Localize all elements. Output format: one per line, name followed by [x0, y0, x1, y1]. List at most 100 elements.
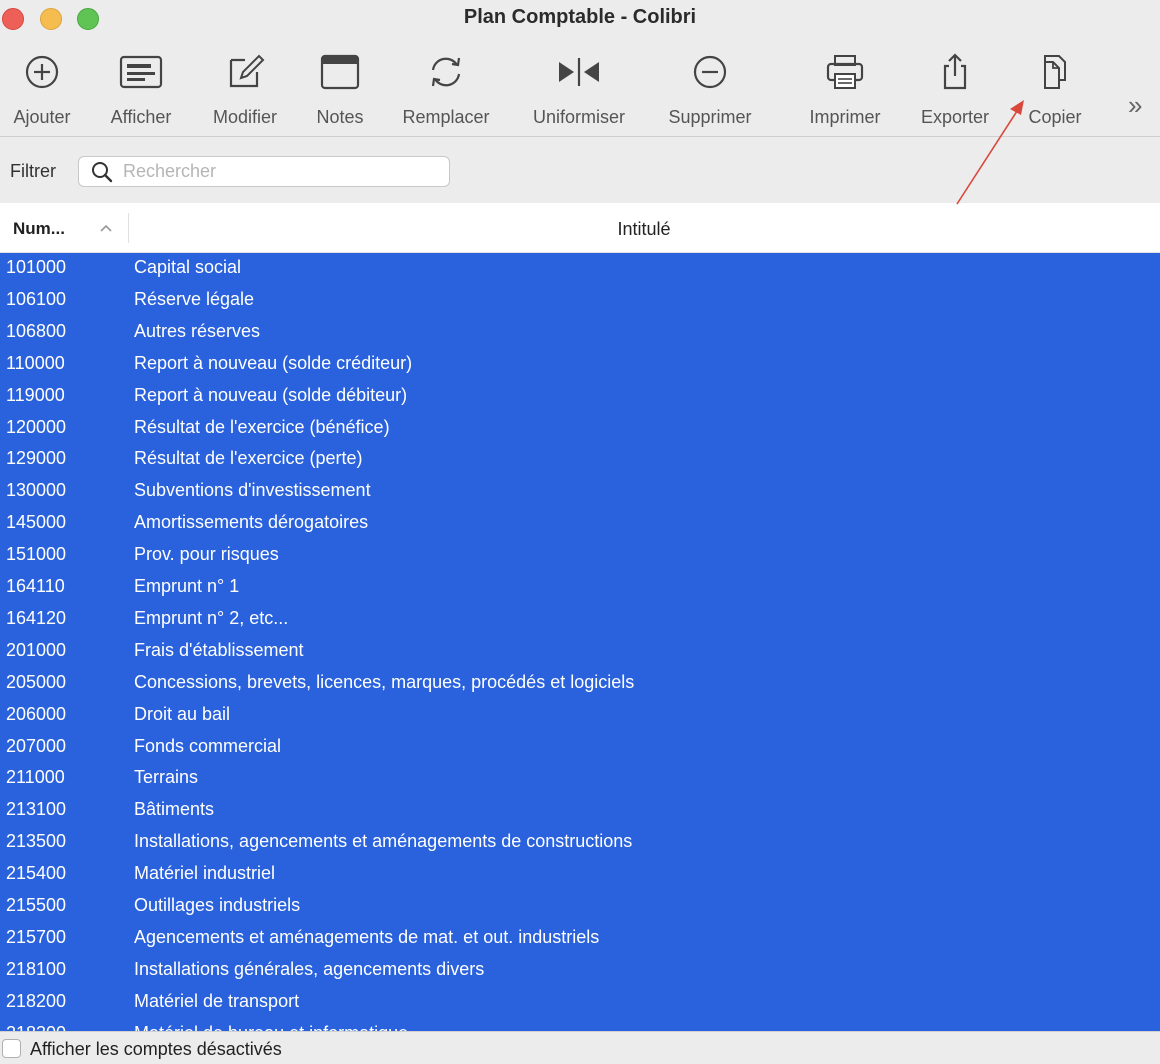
notes-button-label: Notes: [316, 107, 364, 127]
account-number: 205000: [6, 671, 67, 692]
printer-icon: [823, 52, 867, 92]
account-number: 213500: [6, 831, 67, 852]
share-icon: [933, 52, 977, 92]
table-row[interactable]: 218100 Installations générales, agencemen…: [0, 955, 1160, 987]
table-row[interactable]: 215700 Agencements et aménagements de mat…: [0, 923, 1160, 955]
account-label: Autres réserves: [134, 320, 261, 341]
table-row[interactable]: 218200 Matériel de transport: [0, 987, 1160, 1019]
toolbar: Ajouter Afficher Modifier Notes Remplace: [0, 38, 1160, 136]
account-label: Résultat de l'exercice (bénéfice): [134, 416, 390, 437]
column-header-label[interactable]: Intitulé: [128, 219, 1160, 240]
account-label: Concessions, brevets, licences, marques,…: [134, 671, 635, 692]
account-label: Matériel de bureau et informatique: [134, 1023, 408, 1031]
table-row[interactable]: 101000 Capital social: [0, 253, 1160, 285]
table-row[interactable]: 215500 Outillages industriels: [0, 891, 1160, 923]
export-button[interactable]: Exporter: [910, 38, 1000, 136]
account-number: 164110: [6, 576, 65, 596]
print-button[interactable]: Imprimer: [798, 38, 892, 136]
filter-bar: Filtrer: [0, 137, 1160, 203]
notes-window-icon: [318, 52, 362, 92]
title-bar: Plan Comptable - Colibri: [0, 0, 1160, 38]
delete-button[interactable]: Supprimer: [656, 38, 764, 136]
sort-ascending-icon: [100, 224, 112, 232]
account-number: 201000: [6, 639, 67, 660]
account-label: Emprunt n° 1: [134, 576, 240, 596]
replace-button[interactable]: Remplacer: [393, 38, 499, 136]
add-button-label: Ajouter: [13, 107, 71, 127]
table-row[interactable]: 206000 Droit au bail: [0, 700, 1160, 732]
export-button-label: Exporter: [920, 107, 990, 127]
plus-circle-icon: [20, 52, 64, 92]
minus-circle-icon: [688, 52, 732, 92]
account-number: 218100: [6, 958, 67, 979]
table-row[interactable]: 106100 Réserve légale: [0, 285, 1160, 317]
account-number: 119000: [6, 384, 65, 405]
account-number: 145000: [6, 512, 67, 533]
account-label: Agencements et aménagements de mat. et o…: [134, 926, 600, 947]
account-label: Capital social: [134, 257, 242, 277]
table-row[interactable]: 120000 Résultat de l'exercice (bénéfice): [0, 413, 1160, 445]
modify-button-label: Modifier: [212, 107, 278, 127]
table-row[interactable]: 129000 Résultat de l'exercice (perte): [0, 444, 1160, 476]
notes-button[interactable]: Notes: [304, 38, 376, 136]
account-label: Droit au bail: [134, 703, 231, 724]
toolbar-overflow-button[interactable]: »: [1128, 90, 1142, 121]
uniformize-button[interactable]: Uniformiser: [520, 38, 638, 136]
table-row[interactable]: 201000 Frais d'établissement: [0, 636, 1160, 668]
table-row[interactable]: 211000 Terrains: [0, 763, 1160, 795]
account-number: 218300: [6, 1023, 66, 1031]
account-label: Report à nouveau (solde créditeur): [134, 352, 413, 373]
copy-button-label: Copier: [1028, 107, 1082, 127]
table-row[interactable]: 151000 Prov. pour risques: [0, 540, 1160, 572]
copy-button[interactable]: Copier: [1012, 38, 1098, 136]
column-header-number[interactable]: Num...: [13, 219, 65, 239]
window-title: Plan Comptable - Colibri: [463, 6, 697, 28]
table-row[interactable]: 130000 Subventions d'investissement: [0, 476, 1160, 508]
search-field[interactable]: [78, 156, 450, 187]
account-label: Fonds commercial: [134, 735, 282, 756]
account-label: Matériel de transport: [134, 990, 300, 1011]
modify-button[interactable]: Modifier: [202, 38, 288, 136]
table-row[interactable]: 119000 Report à nouveau (solde débiteur): [0, 381, 1160, 413]
table-row[interactable]: 110000 Report à nouveau (solde créditeur): [0, 349, 1160, 381]
account-number: 218200: [6, 990, 67, 1011]
display-icon: [119, 52, 163, 92]
display-button[interactable]: Afficher: [99, 38, 183, 136]
account-number: 207000: [6, 735, 67, 756]
table-row[interactable]: 215400 Matériel industriel: [0, 859, 1160, 891]
account-label: Frais d'établissement: [134, 639, 304, 660]
account-number: 164120: [6, 607, 67, 628]
account-number: 129000: [6, 448, 67, 469]
account-label: Subventions d'investissement: [134, 480, 371, 501]
search-icon: [92, 162, 113, 183]
table-header: Num... Intitulé: [0, 203, 1160, 253]
account-label: Résultat de l'exercice (perte): [134, 448, 363, 469]
table-row[interactable]: 218300 Matériel de bureau et informatique: [0, 1019, 1160, 1031]
account-label: Emprunt n° 2, etc...: [134, 607, 289, 628]
table-row[interactable]: 213500 Installations, agencements et amén…: [0, 827, 1160, 859]
table-row[interactable]: 145000 Amortissements dérogatoires: [0, 508, 1160, 540]
refresh-icon: [424, 52, 468, 92]
account-label: Outillages industriels: [134, 895, 301, 915]
bottom-bar: Afficher les comptes désactivés: [0, 1031, 1160, 1064]
delete-button-label: Supprimer: [668, 107, 752, 127]
account-number: 130000: [6, 480, 67, 501]
table-row[interactable]: 205000 Concessions, brevets, licences, ma…: [0, 668, 1160, 700]
account-label: Amortissements dérogatoires: [134, 512, 369, 533]
table-row[interactable]: 207000 Fonds commercial: [0, 732, 1160, 764]
display-button-label: Afficher: [110, 107, 172, 127]
account-label: Report à nouveau (solde débiteur): [134, 384, 408, 405]
merge-icon: [557, 52, 601, 92]
show-disabled-accounts-checkbox[interactable]: [2, 1039, 21, 1058]
show-disabled-accounts-label[interactable]: Afficher les comptes désactivés: [30, 1039, 282, 1060]
table-row[interactable]: 213100 Bâtiments: [0, 795, 1160, 827]
table-row[interactable]: 164120 Emprunt n° 2, etc...: [0, 604, 1160, 636]
add-button[interactable]: Ajouter: [0, 38, 84, 136]
account-number: 151000: [6, 544, 67, 565]
table-row[interactable]: 164110 Emprunt n° 1: [0, 572, 1160, 604]
account-number: 215700: [6, 926, 67, 947]
search-input[interactable]: [123, 159, 441, 184]
table-body: 101000 Capital social 106100 Réserve légale…: [0, 253, 1160, 1031]
table-row[interactable]: 106800 Autres réserves: [0, 317, 1160, 349]
account-number: 106100: [6, 288, 67, 309]
